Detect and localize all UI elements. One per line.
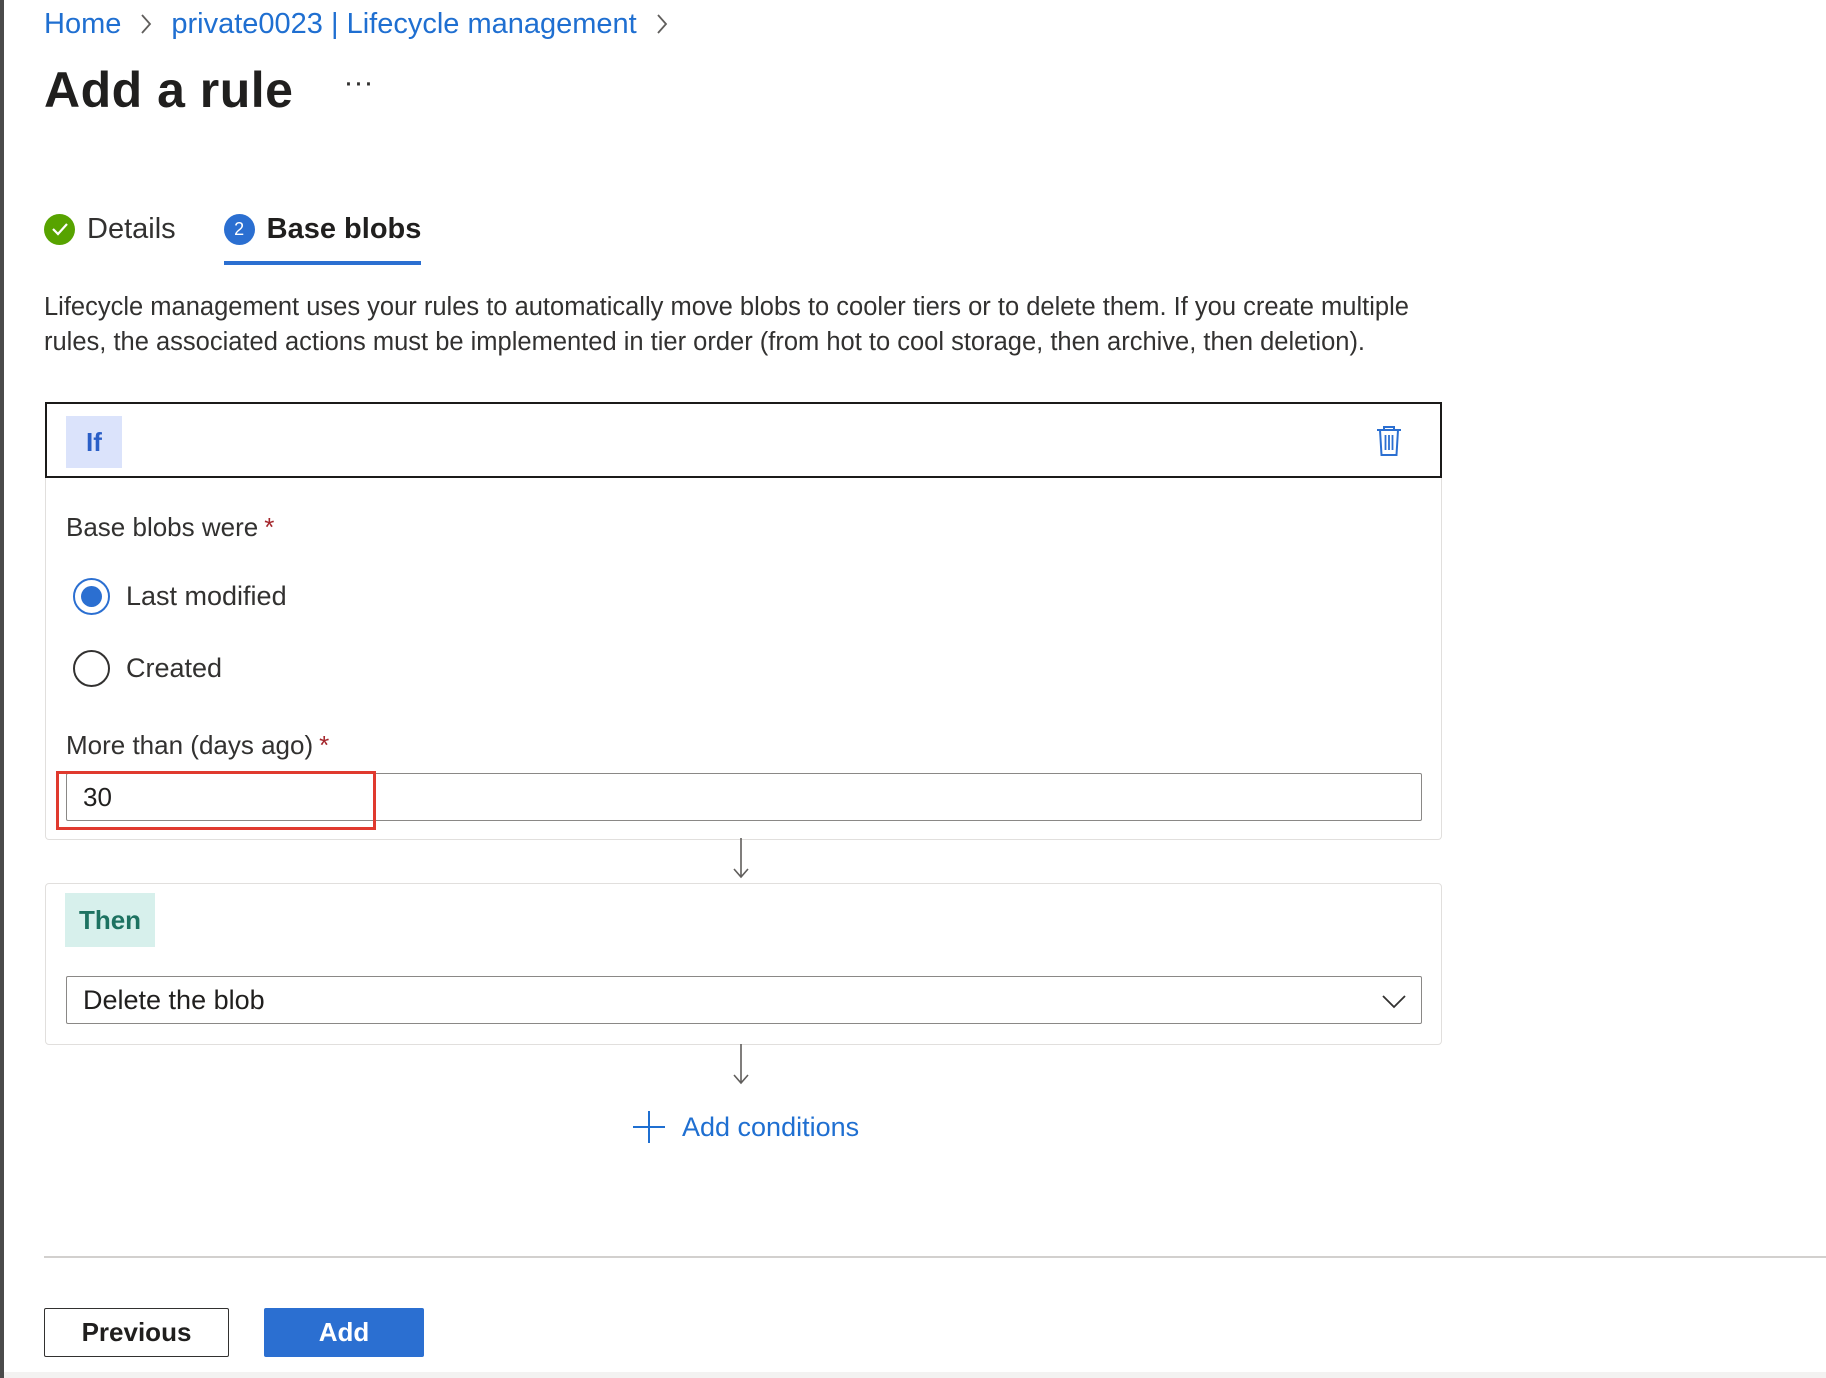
active-tab-indicator: [223, 261, 422, 265]
action-dropdown[interactable]: Delete the blob: [66, 976, 1422, 1024]
days-ago-input[interactable]: [66, 773, 1422, 821]
trash-icon: [1377, 426, 1401, 456]
page-title: Add a rule: [44, 62, 294, 118]
required-asterisk: *: [264, 512, 275, 542]
radio-button-unchecked[interactable]: [73, 650, 110, 687]
step-number-badge: 2: [223, 213, 255, 245]
if-badge: If: [66, 416, 122, 468]
delete-condition-button[interactable]: [1374, 424, 1404, 458]
breadcrumb-home-link[interactable]: Home: [44, 8, 121, 41]
days-ago-label-text: More than (days ago): [66, 730, 314, 760]
then-badge: Then: [65, 893, 155, 947]
radio-last-modified[interactable]: Last modified: [73, 578, 287, 615]
footer-divider: [44, 1256, 1826, 1258]
if-block-header: If: [45, 402, 1442, 478]
tab-base-blobs-label: Base blobs: [266, 212, 422, 245]
action-dropdown-value: Delete the blob: [83, 984, 265, 1015]
add-conditions-button[interactable]: Add conditions: [632, 1110, 859, 1144]
radio-dot: [81, 586, 102, 607]
radio-created-label: Created: [126, 653, 223, 683]
page: Home private0023 | Lifecycle management …: [0, 0, 1826, 1378]
more-options-button[interactable]: ···: [343, 68, 373, 112]
breadcrumb: Home private0023 | Lifecycle management: [44, 4, 687, 44]
chevron-right-icon: [655, 13, 669, 35]
radio-button-checked[interactable]: [73, 578, 110, 615]
arrow-down-icon: [733, 838, 749, 879]
left-border: [0, 0, 4, 1378]
add-button[interactable]: Add: [264, 1308, 424, 1357]
days-ago-label: More than (days ago) *: [66, 730, 329, 761]
base-blobs-label-text: Base blobs were: [66, 512, 259, 542]
tab-base-blobs[interactable]: 2 Base blobs: [223, 205, 422, 265]
checkmark-icon: [44, 213, 75, 245]
base-blobs-label: Base blobs were *: [66, 512, 274, 543]
required-asterisk: *: [319, 730, 330, 760]
add-conditions-label: Add conditions: [682, 1111, 860, 1142]
bottom-strip: [4, 1372, 1826, 1378]
arrow-down-icon: [733, 1044, 749, 1085]
chevron-down-icon: [1382, 995, 1406, 1009]
plus-icon: [633, 1111, 665, 1143]
lifecycle-description: Lifecycle management uses your rules to …: [44, 293, 1409, 356]
then-block: Then Delete the blob: [45, 883, 1442, 1045]
tab-details-label: Details: [87, 212, 176, 245]
tab-details[interactable]: Details: [44, 205, 176, 253]
chevron-right-icon: [139, 13, 153, 35]
previous-button[interactable]: Previous: [44, 1308, 229, 1357]
breadcrumb-lifecycle-link[interactable]: private0023 | Lifecycle management: [171, 8, 636, 41]
wizard-tabs: Details 2 Base blobs: [44, 205, 422, 265]
radio-created[interactable]: Created: [73, 650, 222, 687]
title-row: Add a rule ···: [44, 58, 373, 122]
radio-last-modified-label: Last modified: [126, 581, 287, 611]
